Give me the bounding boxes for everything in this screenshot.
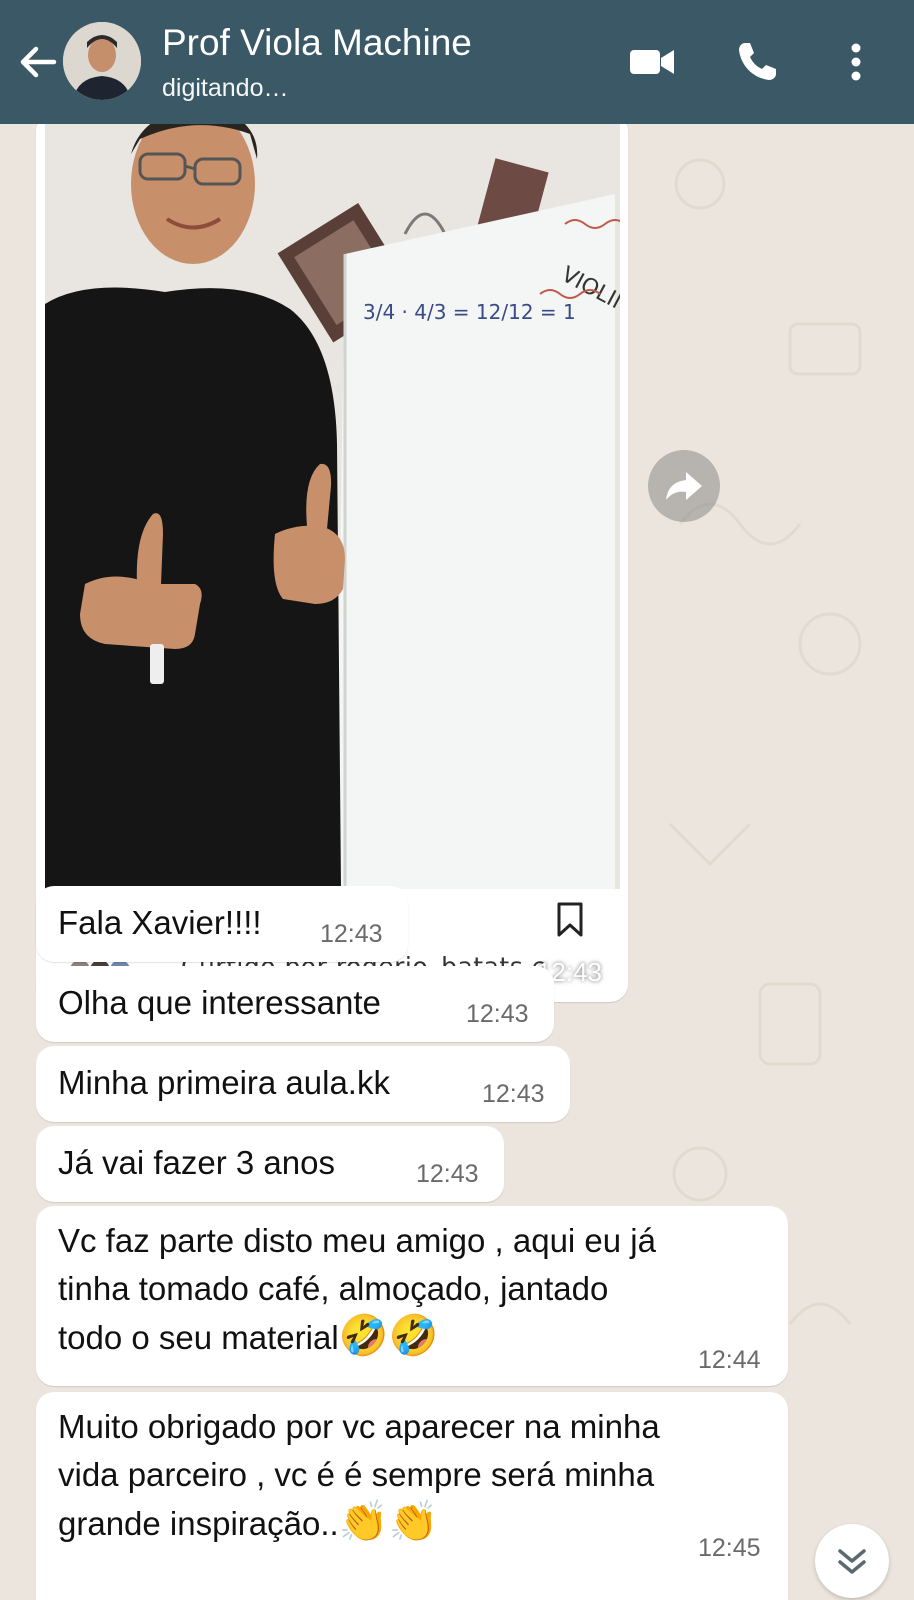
message-text: Olha que interessante (58, 984, 381, 1021)
message-text-line: Muito obrigado por vc aparecer na minha (58, 1408, 660, 1445)
message-text-line: Vc faz parte disto meu amigo , aqui eu j… (58, 1222, 656, 1259)
message-bubble[interactable]: Olha que interessante 12:43 (36, 966, 554, 1042)
more-vert-icon[interactable] (841, 38, 871, 86)
message-time: 12:45 (698, 1534, 761, 1562)
message-time: 12:43 (482, 1080, 545, 1108)
message-text: Fala Xavier!!!! (58, 904, 262, 941)
clapping-hands-emoji-icon: 👏👏 (338, 1500, 439, 1544)
message-bubble[interactable]: Vc faz parte disto meu amigo , aqui eu j… (36, 1206, 788, 1386)
message-bubble[interactable]: Minha primeira aula.kk 12:43 (36, 1046, 570, 1122)
message-time: 12:43 (320, 920, 383, 948)
back-arrow-icon[interactable] (14, 38, 62, 86)
video-call-icon[interactable] (628, 38, 676, 86)
message-text-line: todo o seu material🤣🤣 (58, 1312, 438, 1362)
whiteboard-math: 3/4 · 4/3 = 12/12 = 1 (363, 300, 576, 324)
message-bubble[interactable]: Muito obrigado por vc aparecer na minha … (36, 1392, 788, 1600)
contact-name[interactable]: Prof Viola Machine (162, 22, 472, 64)
message-text-line: tinha tomado café, almoçado, jantado (58, 1270, 609, 1307)
rofl-emoji-icon: 🤣🤣 (338, 1314, 439, 1358)
avatar[interactable] (63, 22, 141, 100)
forward-arrow-icon (666, 472, 702, 500)
message-bubble[interactable]: Já vai fazer 3 anos 12:43 (36, 1126, 504, 1202)
message-text-segment: grande inspiração.. (58, 1505, 339, 1542)
message-text-line: grande inspiração..👏👏 (58, 1498, 438, 1548)
message-text: Minha primeira aula.kk (58, 1064, 390, 1101)
forward-button[interactable] (648, 450, 720, 522)
shared-photo[interactable]: 3/4 · 4/3 = 12/12 = 1 VIOLIN (45, 124, 620, 889)
message-time: 12:43 (466, 1000, 529, 1028)
double-chevron-down-icon (838, 1549, 866, 1574)
message-bubble[interactable]: Fala Xavier!!!! 12:43 (36, 886, 408, 962)
image-message-bubble[interactable]: 3/4 · 4/3 = 12/12 = 1 VIOLIN 12:43 (36, 124, 628, 1002)
scroll-to-bottom-button[interactable] (815, 1524, 889, 1598)
typing-status: digitando… (162, 74, 289, 102)
message-text-line: vida parceiro , vc é é sempre será minha (58, 1456, 655, 1493)
bookmark-icon (557, 902, 583, 937)
phone-call-icon[interactable] (733, 38, 781, 86)
message-text: Já vai fazer 3 anos (58, 1144, 335, 1181)
chat-area[interactable]: 3/4 · 4/3 = 12/12 = 1 VIOLIN 12:43 Fala … (0, 124, 914, 1600)
chat-header: Prof Viola Machine digitando… (0, 0, 914, 124)
message-text-segment: todo o seu material (58, 1319, 339, 1356)
message-time: 12:44 (698, 1346, 761, 1374)
message-time: 12:43 (416, 1160, 479, 1188)
